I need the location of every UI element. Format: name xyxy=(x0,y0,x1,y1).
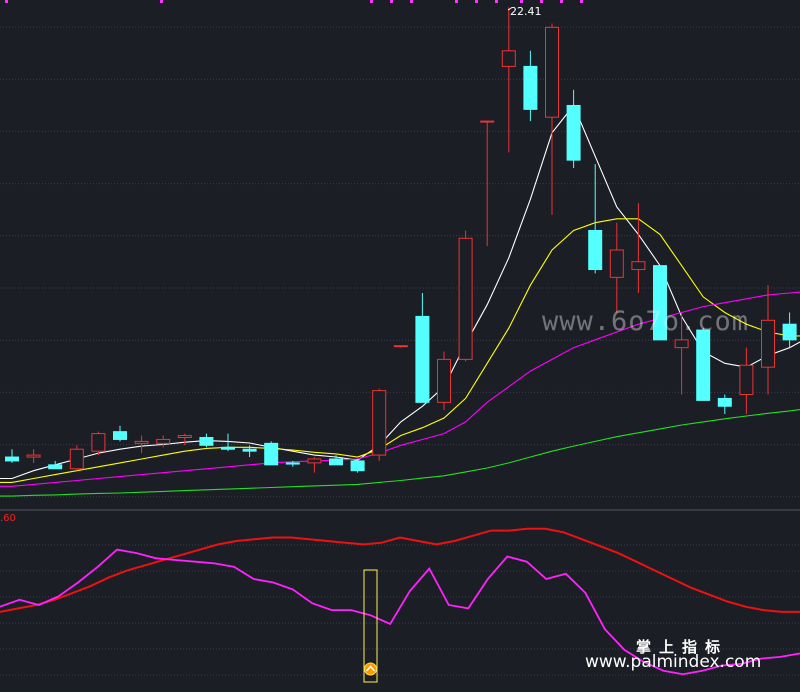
candle-body xyxy=(416,316,429,402)
candle-body xyxy=(373,391,386,455)
candle-body xyxy=(286,463,299,464)
candle xyxy=(783,313,796,348)
candle xyxy=(740,348,753,414)
candle xyxy=(416,293,429,402)
candle-body xyxy=(135,441,148,443)
candle-body xyxy=(567,105,580,160)
top-marker xyxy=(475,0,478,3)
candle xyxy=(546,23,559,214)
top-marker xyxy=(520,0,523,3)
candle-body xyxy=(762,320,775,367)
candle-body xyxy=(502,51,515,67)
candle xyxy=(762,285,775,394)
candle xyxy=(6,449,19,463)
candle-body xyxy=(178,436,191,438)
candle-body xyxy=(70,449,83,469)
candle-body xyxy=(114,432,127,440)
candle-body xyxy=(92,434,105,452)
candle-body xyxy=(459,238,472,359)
oscillator-line-red xyxy=(0,529,800,612)
top-marker xyxy=(390,0,393,3)
candle xyxy=(567,90,580,168)
candle xyxy=(178,434,191,446)
top-marker xyxy=(495,0,498,3)
ma-line-ma60 xyxy=(0,408,800,496)
candlesticks xyxy=(6,7,800,472)
candle xyxy=(135,436,148,454)
top-marker xyxy=(580,0,583,3)
candle-body xyxy=(49,465,62,469)
candle xyxy=(157,436,170,448)
candle xyxy=(49,461,62,469)
candle xyxy=(351,459,364,473)
candle-body xyxy=(783,324,796,340)
candle xyxy=(718,395,731,415)
candle xyxy=(589,164,602,273)
candle xyxy=(697,328,710,400)
chart-canvas: 22.41 .60 xyxy=(0,0,800,688)
ma-line-ma5 xyxy=(0,106,800,479)
candle-body xyxy=(438,359,451,402)
candle-body xyxy=(740,365,753,394)
candle-body xyxy=(222,447,235,449)
stock-chart: 22.41 .60 www.6o7o.com 掌上指标 www.palminde… xyxy=(0,0,800,688)
top-marker xyxy=(5,0,8,3)
candle xyxy=(222,434,235,452)
candle-body xyxy=(351,461,364,471)
candle-body xyxy=(632,262,645,270)
candle-body xyxy=(6,457,19,461)
candle xyxy=(502,7,515,152)
candle-body xyxy=(27,455,40,457)
signal-icon xyxy=(365,663,377,675)
top-marker xyxy=(410,0,413,3)
candle xyxy=(27,449,40,463)
candle xyxy=(114,426,127,442)
candle xyxy=(373,389,386,461)
candle xyxy=(394,346,407,348)
candle xyxy=(438,352,451,411)
top-marker xyxy=(455,0,458,3)
candle-body xyxy=(200,438,213,446)
top-marker xyxy=(160,0,163,3)
candle-body xyxy=(589,230,602,269)
candle-body xyxy=(330,459,343,465)
signal-icon-circle xyxy=(365,663,377,675)
watermark-top: www.6o7o.com xyxy=(542,306,749,337)
candle-body xyxy=(697,330,710,400)
candle-body xyxy=(481,121,494,122)
candle-body xyxy=(675,340,688,348)
candle xyxy=(481,121,494,246)
peak-price-label: 22.41 xyxy=(510,5,542,18)
candle-body xyxy=(718,398,731,406)
candle xyxy=(92,432,105,455)
candle-body xyxy=(265,443,278,464)
candle xyxy=(200,434,213,448)
oscillator-axis-label: .60 xyxy=(0,513,16,524)
candle-body xyxy=(308,459,321,463)
candle-body xyxy=(610,250,623,277)
candle xyxy=(524,51,537,121)
candle-body xyxy=(546,27,559,117)
candle xyxy=(70,445,83,470)
candle xyxy=(265,441,278,464)
candle xyxy=(459,230,472,361)
top-marker xyxy=(540,0,543,3)
candle xyxy=(632,203,645,293)
top-marker xyxy=(560,0,563,3)
candle xyxy=(308,457,321,473)
candle-body xyxy=(157,439,170,443)
watermark-bottom-url: www.palmindex.com xyxy=(585,652,761,672)
candle-body xyxy=(243,449,256,451)
ma-line-ma10 xyxy=(0,219,800,483)
top-marker xyxy=(370,0,373,3)
candle-body xyxy=(394,346,407,347)
candle-body xyxy=(524,66,537,109)
